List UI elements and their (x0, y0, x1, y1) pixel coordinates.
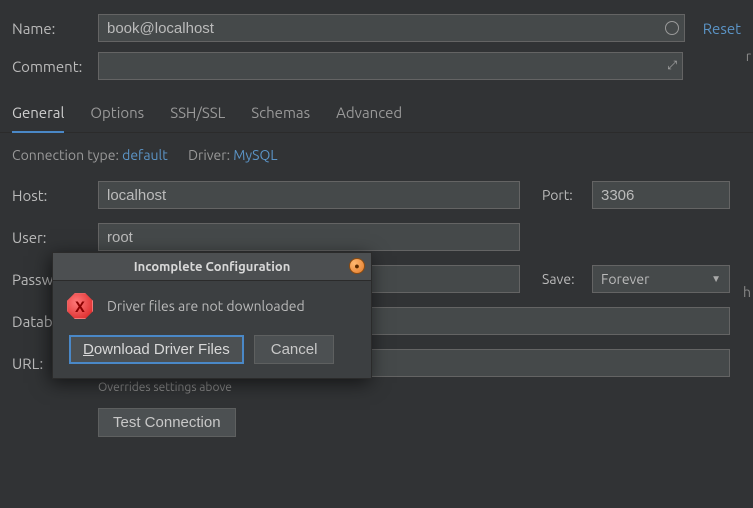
modal-title-text: Incomplete Configuration (134, 260, 291, 274)
tab-advanced[interactable]: Advanced (336, 98, 402, 132)
comment-label: Comment: (12, 58, 98, 75)
reset-link[interactable]: Reset (703, 20, 741, 37)
tab-general[interactable]: General (12, 98, 64, 133)
host-input[interactable] (98, 181, 520, 209)
modal-title: Incomplete Configuration ● (53, 253, 371, 281)
tab-schemas[interactable]: Schemas (251, 98, 310, 132)
port-input[interactable] (592, 181, 730, 209)
conn-type-label: Connection type: (12, 147, 119, 163)
close-icon[interactable]: ● (349, 258, 365, 274)
driver-link[interactable]: MySQL (233, 147, 277, 163)
test-connection-button[interactable]: Test Connection (98, 408, 236, 437)
conn-type-link[interactable]: default (122, 147, 168, 163)
modal-message: Driver files are not downloaded (107, 298, 305, 314)
url-hint: Overrides settings above (98, 381, 741, 394)
tabs: General Options SSH/SSL Schemas Advanced (0, 90, 753, 133)
port-label: Port: (542, 187, 592, 203)
name-label: Name: (12, 20, 98, 37)
save-label: Save: (542, 271, 592, 287)
tab-options[interactable]: Options (90, 98, 144, 132)
user-label: User: (12, 229, 98, 246)
comment-input[interactable] (98, 52, 683, 80)
cancel-button[interactable]: Cancel (254, 335, 335, 364)
save-select[interactable]: Forever ▼ (592, 265, 730, 293)
expand-icon[interactable]: ⤢ (667, 59, 677, 73)
truncated-text: r (746, 48, 751, 64)
save-value: Forever (601, 271, 649, 287)
name-input[interactable] (98, 14, 685, 42)
user-input[interactable] (98, 223, 520, 251)
circle-icon[interactable] (665, 21, 679, 35)
truncated-text-2: h (743, 284, 751, 300)
error-icon: X (67, 293, 93, 319)
driver-label: Driver: (188, 147, 230, 163)
chevron-down-icon: ▼ (711, 273, 721, 285)
tab-sshssl[interactable]: SSH/SSL (170, 98, 225, 132)
download-driver-button[interactable]: Download Driver Files (69, 335, 244, 364)
host-label: Host: (12, 187, 98, 204)
modal-incomplete-config: Incomplete Configuration ● X Driver file… (52, 252, 372, 379)
